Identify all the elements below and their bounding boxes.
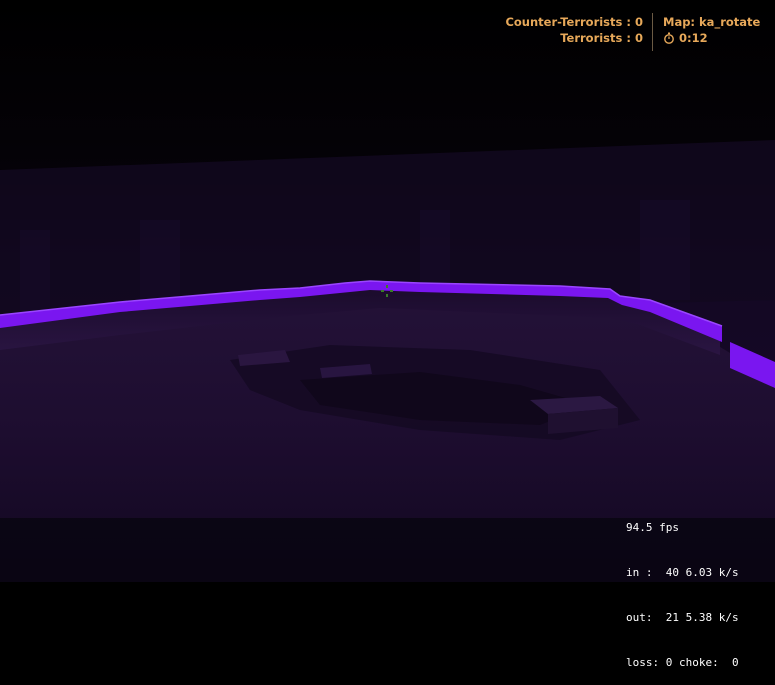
crosshair-icon	[381, 285, 393, 297]
t-score-row: Terrorists : 0	[505, 31, 643, 47]
t-label: Terrorists :	[560, 30, 631, 45]
netgraph: 94.5 fps in : 40 6.03 k/s out: 21 5.38 k…	[626, 490, 739, 685]
ct-label: Counter-Terrorists :	[505, 15, 631, 29]
fps-readout: 94.5 fps	[626, 521, 679, 534]
map-name: Map: ka_rotate	[663, 15, 761, 29]
ct-score-row: Counter-Terrorists : 0	[505, 15, 643, 31]
timer-value: 0:12	[679, 30, 708, 45]
map-info: Map: ka_rotate 0:12	[663, 15, 760, 46]
net-loss-readout: loss: 0 choke: 0	[626, 656, 739, 669]
stopwatch-icon	[664, 32, 674, 45]
net-in-readout: in : 40 6.03 k/s	[626, 566, 739, 579]
round-timer: 0:12	[663, 31, 760, 47]
t-score: 0	[634, 30, 643, 45]
net-out-readout: out: 21 5.38 k/s	[626, 611, 739, 624]
scoreboard: Counter-Terrorists : 0 Terrorists : 0	[505, 15, 643, 46]
ct-score: 0	[634, 15, 643, 29]
hud-divider	[652, 13, 653, 51]
